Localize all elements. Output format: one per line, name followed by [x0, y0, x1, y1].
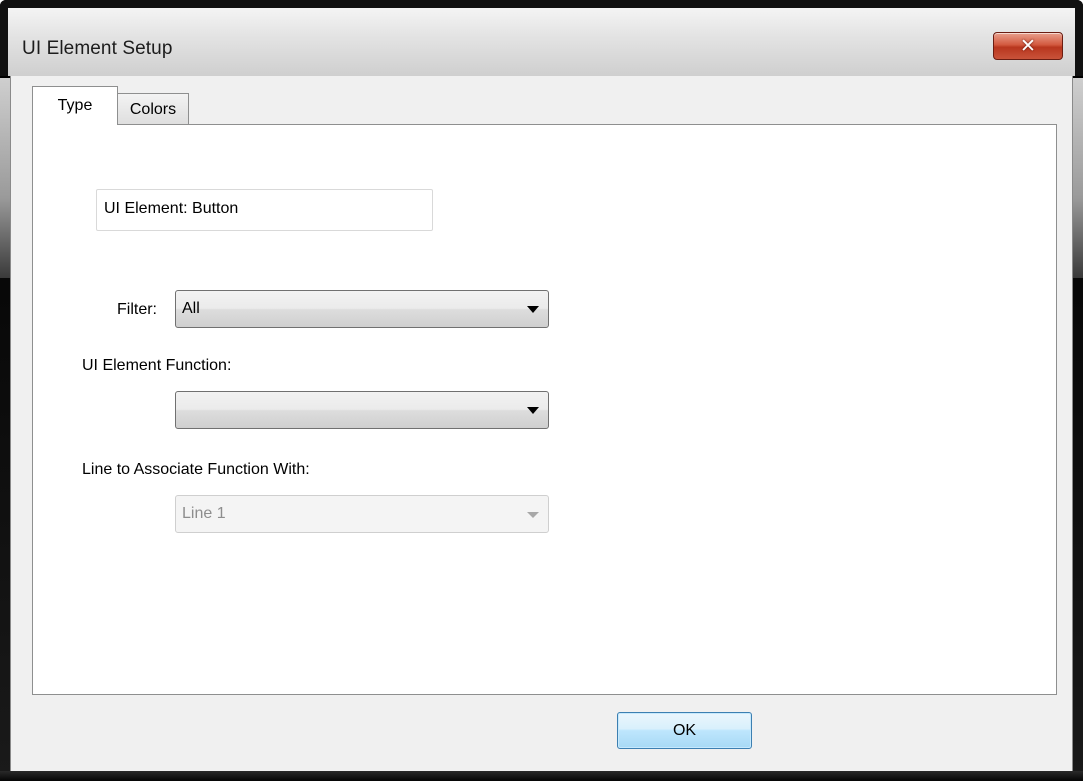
- element-name-field[interactable]: UI Element: Button: [96, 189, 433, 231]
- dialog-client-area: Type Colors UI Element: Button Filter: A…: [10, 76, 1073, 771]
- close-icon: ✕: [1020, 34, 1036, 57]
- close-button[interactable]: ✕: [993, 32, 1063, 60]
- chevron-down-icon: [527, 306, 539, 313]
- tab-type-label: Type: [57, 97, 93, 114]
- window-frame-right: [1073, 78, 1083, 278]
- line-label: Line to Associate Function With:: [82, 461, 310, 478]
- filter-value: All: [182, 300, 200, 317]
- ok-button-label: OK: [672, 721, 697, 739]
- window-title: UI Element Setup: [22, 38, 173, 59]
- tab-colors-label: Colors: [129, 100, 177, 118]
- dialog-window: UI Element Setup ✕ Type Colors UI Elemen…: [0, 0, 1083, 781]
- type-tab-panel: UI Element: Button Filter: All UI Elemen…: [32, 124, 1057, 695]
- element-name-value: UI Element: Button: [104, 200, 239, 217]
- window-frame-left: [0, 78, 10, 278]
- ok-button[interactable]: OK: [617, 712, 752, 749]
- filter-label: Filter:: [117, 301, 157, 318]
- function-label: UI Element Function:: [82, 357, 232, 374]
- function-dropdown[interactable]: [175, 391, 549, 429]
- chevron-down-icon: [527, 407, 539, 414]
- line-value: Line 1: [182, 505, 226, 522]
- tab-type[interactable]: Type: [32, 86, 118, 125]
- filter-dropdown[interactable]: All: [175, 290, 549, 328]
- window-frame-bottom: [0, 771, 1083, 781]
- line-dropdown: Line 1: [175, 495, 549, 533]
- chevron-down-icon: [527, 512, 539, 518]
- title-bar[interactable]: UI Element Setup ✕: [0, 0, 1083, 76]
- tab-colors[interactable]: Colors: [117, 93, 189, 125]
